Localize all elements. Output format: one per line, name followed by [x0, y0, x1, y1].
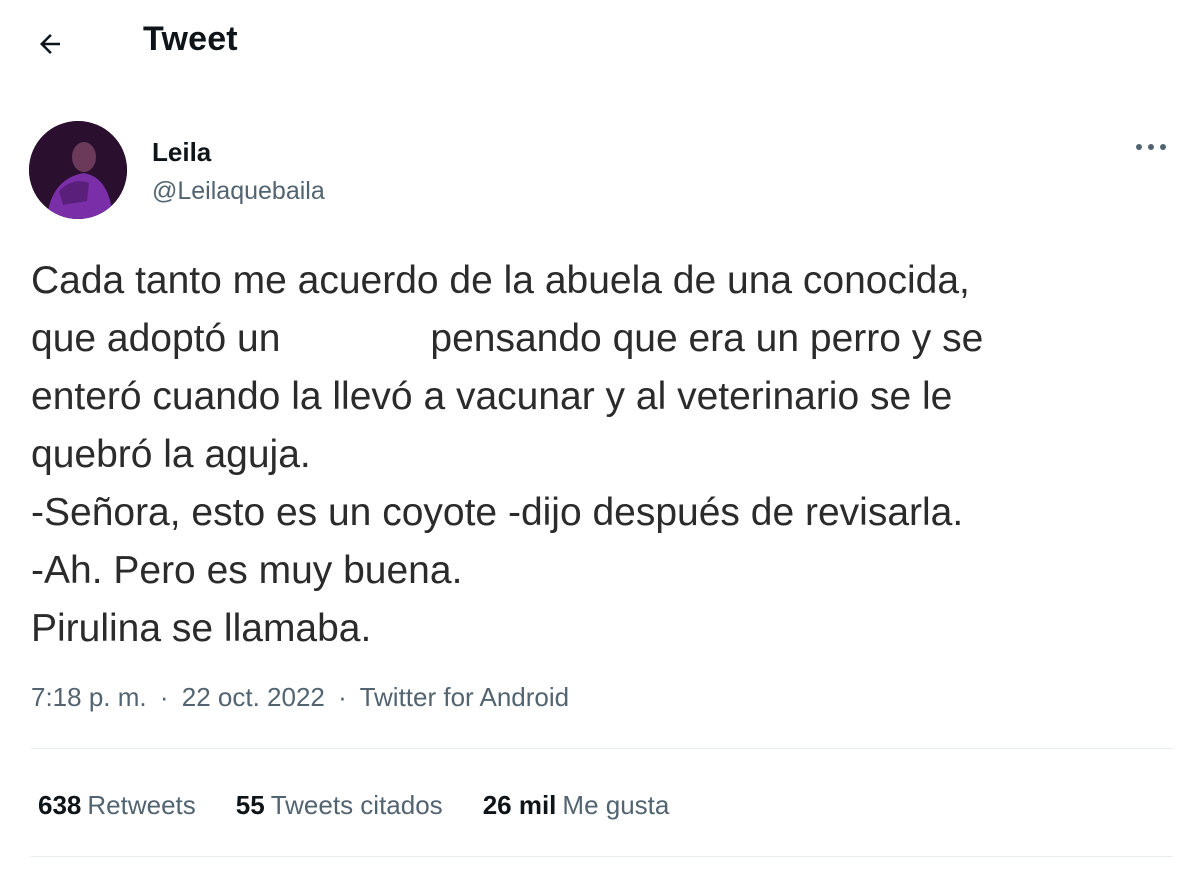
- engagement-stats: 638 Retweets 55 Tweets citados 26 mil Me gu…: [38, 790, 669, 821]
- top-bar: Tweet: [0, 0, 1200, 88]
- tweet-date[interactable]: 22 oct. 2022: [182, 682, 325, 712]
- arrow-left-icon: [40, 34, 60, 54]
- likes-label: Me gusta: [562, 790, 670, 820]
- tweet-source[interactable]: Twitter for Android: [360, 682, 570, 712]
- quote-tweets-stat[interactable]: 55 Tweets citados: [236, 790, 443, 821]
- quote-tweets-count: 55: [235, 790, 265, 820]
- tweet-line: -Ah. Pero es muy buena.: [31, 549, 463, 592]
- more-horizontal-icon: [1136, 144, 1166, 150]
- author-handle[interactable]: @Leilaquebaila: [152, 177, 325, 206]
- separator: ·: [159, 682, 169, 712]
- avatar[interactable]: [29, 121, 127, 219]
- divider: [31, 856, 1173, 857]
- tweet-line-part: que adoptó un: [31, 317, 281, 360]
- divider: [31, 748, 1173, 749]
- quote-tweets-label: Tweets citados: [270, 790, 443, 820]
- tweet-line: Cada tanto me acuerdo de la abuela de un…: [31, 259, 970, 302]
- avatar-image: [29, 121, 127, 219]
- tweet-line: enteró cuando la llevó a vacunar y al ve…: [31, 375, 953, 418]
- tweet-time[interactable]: 7:18 p. m.: [31, 682, 147, 712]
- retweets-label: Retweets: [87, 790, 196, 820]
- likes-count: 26 mil: [482, 790, 557, 820]
- page-title: Tweet: [143, 20, 238, 58]
- tweet-line: Pirulina se llamaba.: [31, 607, 372, 650]
- tweet-metadata: 7:18 p. m. · 22 oct. 2022 · Twitter for …: [31, 682, 569, 713]
- tweet-line: quebró la aguja.: [31, 433, 311, 476]
- back-button[interactable]: [28, 22, 72, 66]
- likes-stat[interactable]: 26 mil Me gusta: [483, 790, 670, 821]
- tweet-line-part: pensando que era un perro y se: [430, 317, 984, 360]
- tweet-line: que adoptó un pensando que era un perro y…: [31, 310, 1181, 368]
- more-options-button[interactable]: [1128, 130, 1174, 164]
- author-name[interactable]: Leila: [152, 137, 211, 168]
- retweets-count: 638: [38, 790, 82, 820]
- tweet-text: Cada tanto me acuerdo de la abuela de un…: [31, 252, 1181, 658]
- separator: ·: [338, 682, 347, 712]
- tweet-line: -Señora, esto es un coyote -dijo después…: [31, 491, 964, 534]
- retweets-stat[interactable]: 638 Retweets: [38, 790, 196, 821]
